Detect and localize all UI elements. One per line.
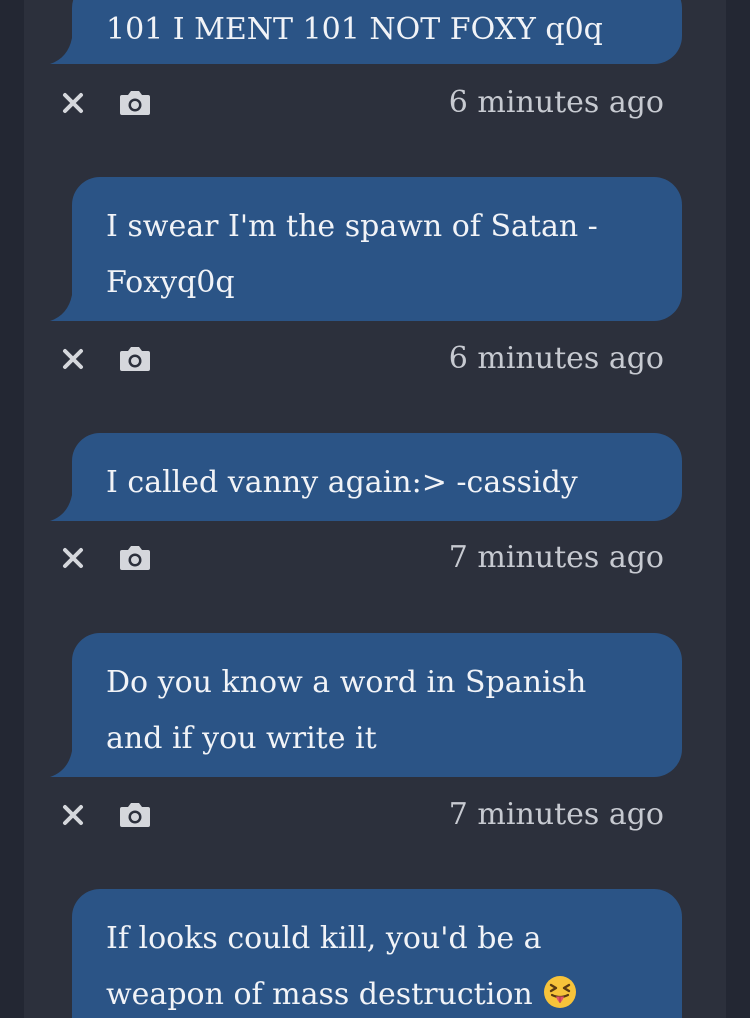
message-bubble-wrapper: Do you know a word in Spanish and if you… — [50, 633, 682, 777]
message-meta: 7 minutes ago — [48, 794, 684, 842]
message-feed-page: 101 I MENT 101 NOT FOXY q0q 6 minutes ag… — [0, 0, 750, 1018]
close-icon — [63, 805, 83, 825]
screenshot-button[interactable] — [118, 88, 152, 118]
message-bubble: If looks could kill, you'd be a weapon o… — [72, 889, 682, 1018]
camera-icon — [120, 347, 150, 371]
message-meta: 7 minutes ago — [48, 537, 684, 585]
right-gutter — [726, 0, 750, 1018]
close-icon — [63, 349, 83, 369]
message-text: Do you know a word in Spanish and if you… — [106, 665, 587, 756]
bubble-tail — [50, 295, 78, 321]
timestamp: 6 minutes ago — [448, 85, 664, 120]
timestamp: 7 minutes ago — [448, 540, 664, 575]
message-bubble: I called vanny again:> -cassidy — [50, 433, 682, 521]
screenshot-button[interactable] — [118, 344, 152, 374]
bubble-tail — [50, 495, 78, 521]
message-bubble-wrapper: I swear I'm the spawn of Satan - Foxyq0q — [50, 177, 682, 321]
close-icon — [63, 548, 83, 568]
camera-icon — [120, 546, 150, 570]
message-meta: 6 minutes ago — [48, 82, 684, 130]
camera-icon — [120, 803, 150, 827]
delete-button[interactable] — [58, 800, 88, 830]
screenshot-button[interactable] — [118, 543, 152, 573]
tongue-out-face-emoji — [544, 976, 577, 1008]
message-bubble: I swear I'm the spawn of Satan - Foxyq0q — [50, 177, 682, 321]
bubble-tail — [50, 38, 78, 64]
message-bubble: Do you know a word in Spanish and if you… — [50, 633, 682, 777]
camera-icon — [120, 91, 150, 115]
message-text: I swear I'm the spawn of Satan - Foxyq0q — [106, 209, 598, 300]
bubble-tail — [50, 751, 78, 777]
message-meta: 6 minutes ago — [48, 338, 684, 386]
message-bubble-wrapper: I called vanny again:> -cassidy — [50, 433, 682, 521]
message-text: I called vanny again:> -cassidy — [106, 465, 578, 500]
delete-button[interactable] — [58, 88, 88, 118]
screenshot-button[interactable] — [118, 800, 152, 830]
delete-button[interactable] — [58, 543, 88, 573]
message-bubble-wrapper: If looks could kill, you'd be a weapon o… — [72, 889, 682, 1018]
message-text: 101 I MENT 101 NOT FOXY q0q — [106, 12, 603, 47]
close-icon — [63, 93, 83, 113]
timestamp: 6 minutes ago — [448, 341, 664, 376]
message-text: If looks could kill, you'd be a weapon o… — [106, 921, 542, 1012]
message-bubble: 101 I MENT 101 NOT FOXY q0q — [50, 0, 682, 64]
delete-button[interactable] — [58, 344, 88, 374]
left-gutter — [0, 0, 24, 1018]
timestamp: 7 minutes ago — [448, 797, 664, 832]
message-bubble-wrapper: 101 I MENT 101 NOT FOXY q0q — [50, 0, 682, 64]
